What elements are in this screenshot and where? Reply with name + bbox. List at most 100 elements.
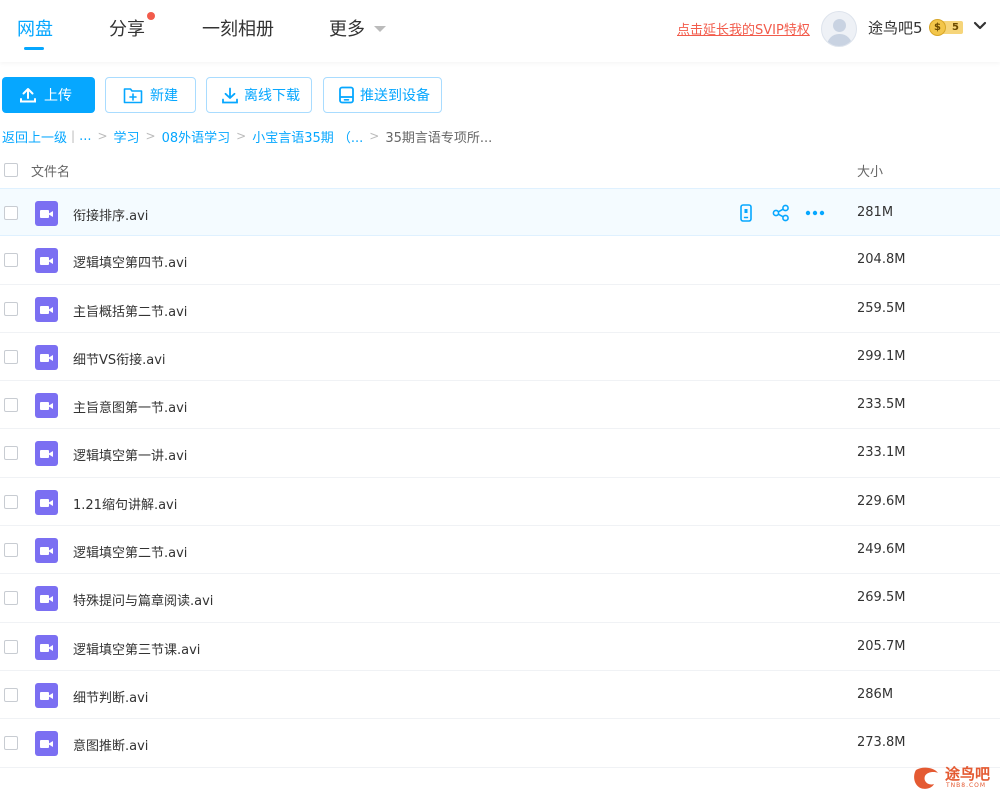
avatar-icon[interactable] [821, 11, 857, 47]
phone-icon[interactable] [736, 204, 756, 222]
tab-netdisk[interactable]: 网盘 [17, 15, 53, 41]
row-checkbox[interactable] [4, 206, 18, 220]
tab-more[interactable]: 更多 [329, 15, 365, 41]
more-caret-icon[interactable] [374, 26, 386, 32]
breadcrumb-item-foreign-language[interactable]: 08外语学习 [162, 127, 231, 146]
notification-dot [147, 12, 155, 20]
table-row[interactable]: 1.21缩句讲解.avi 229.6M [0, 478, 1000, 527]
vip-level-badge: 5 $ [927, 19, 963, 36]
device-icon [338, 86, 355, 104]
upload-button[interactable]: 上传 [2, 77, 95, 113]
watermark-subtext: TNB8.COM [946, 782, 987, 789]
username[interactable]: 途鸟吧5 [868, 17, 923, 38]
file-size: 249.6M [857, 542, 906, 558]
video-file-icon [35, 586, 58, 612]
video-file-icon [35, 393, 58, 419]
column-header-name[interactable]: 文件名 [31, 161, 70, 180]
file-name[interactable]: 衔接排序.avi [73, 205, 148, 224]
row-checkbox[interactable] [4, 349, 18, 364]
file-name[interactable]: 1.21缩句讲解.avi [73, 494, 177, 513]
file-name[interactable]: 意图推断.avi [73, 735, 148, 754]
new-label: 新建 [150, 88, 178, 104]
file-name[interactable]: 细节判断.avi [73, 687, 148, 706]
table-row[interactable]: 逻辑填空第二节.avi 249.6M [0, 526, 1000, 575]
breadcrumb-separator-icon: > [369, 129, 380, 143]
table-row[interactable]: 意图推断.avi 273.8M [0, 719, 1000, 768]
breadcrumb-item-course[interactable]: 小宝言语35期 （... [252, 127, 363, 146]
file-name[interactable]: 逻辑填空第四节.avi [73, 252, 187, 271]
chevron-down-icon[interactable] [973, 19, 987, 33]
watermark-logo: 途鸟吧 TNB8.COM [912, 762, 996, 794]
tab-share[interactable]: 分享 [109, 15, 145, 41]
watermark-bird-icon [914, 767, 938, 789]
breadcrumb-pipe: | [71, 129, 76, 143]
offline-download-button[interactable]: 离线下载 [206, 77, 312, 113]
more-icon[interactable] [805, 204, 825, 222]
push-to-device-button[interactable]: 推送到设备 [323, 77, 442, 113]
file-size: 205.7M [857, 638, 906, 654]
back-link[interactable]: 返回上一级 [2, 127, 67, 146]
file-name[interactable]: 细节VS衔接.avi [73, 349, 166, 368]
table-row[interactable]: 逻辑填空第一讲.avi 233.1M [0, 429, 1000, 478]
breadcrumb-separator-icon: > [236, 129, 247, 143]
video-file-icon [35, 731, 58, 757]
breadcrumb-ellipsis[interactable]: ... [79, 129, 91, 144]
table-row[interactable]: 特殊提问与篇章阅读.avi 269.5M [0, 574, 1000, 623]
file-name[interactable]: 逻辑填空第二节.avi [73, 542, 187, 561]
svip-extend-link[interactable]: 点击延长我的SVIP特权 [677, 19, 810, 38]
table-row[interactable]: 逻辑填空第四节.avi 204.8M [0, 236, 1000, 285]
upload-icon [19, 87, 37, 103]
file-size: 229.6M [857, 493, 906, 509]
table-header: 文件名 大小 [0, 155, 1000, 188]
file-name[interactable]: 逻辑填空第一讲.avi [73, 445, 187, 464]
vip-coin-icon: $ [929, 19, 946, 36]
video-file-icon [35, 682, 58, 708]
row-checkbox[interactable] [4, 543, 18, 558]
file-size: 233.5M [857, 397, 906, 413]
share-icon[interactable] [771, 204, 791, 222]
video-file-icon [35, 201, 58, 226]
table-row[interactable]: 细节判断.avi 286M [0, 671, 1000, 720]
video-file-icon [35, 344, 58, 370]
video-file-icon [35, 489, 58, 515]
table-row[interactable]: 主旨概括第二节.avi 259.5M [0, 285, 1000, 333]
video-file-icon [35, 248, 58, 274]
file-size: 299.1M [857, 348, 906, 364]
row-checkbox[interactable] [4, 639, 18, 654]
file-list: 衔接排序.avi 281M 逻辑填空第四节.avi 204.8M 主旨概括第二节… [0, 188, 1000, 768]
select-all-checkbox[interactable] [4, 163, 18, 177]
row-checkbox[interactable] [4, 687, 18, 702]
file-name[interactable]: 主旨概括第二节.avi [73, 301, 187, 320]
video-file-icon [35, 538, 58, 564]
table-row[interactable]: 逻辑填空第三节课.avi 205.7M [0, 623, 1000, 671]
table-row[interactable]: 主旨意图第一节.avi 233.5M [0, 381, 1000, 430]
active-tab-indicator [24, 47, 44, 50]
row-checkbox[interactable] [4, 301, 18, 316]
row-checkbox[interactable] [4, 591, 18, 606]
video-file-icon [35, 634, 58, 660]
row-checkbox[interactable] [4, 736, 18, 751]
row-checkbox[interactable] [4, 494, 18, 509]
video-file-icon [35, 296, 58, 322]
new-button[interactable]: 新建 [105, 77, 196, 113]
table-row[interactable]: 衔接排序.avi 281M [0, 188, 1000, 237]
table-row[interactable]: 细节VS衔接.avi 299.1M [0, 333, 1000, 382]
file-size: 233.1M [857, 445, 906, 461]
tab-photo-album[interactable]: 一刻相册 [202, 15, 274, 41]
breadcrumb-current: 35期言语专项所... [385, 130, 493, 146]
file-name[interactable]: 主旨意图第一节.avi [73, 397, 187, 416]
column-header-size[interactable]: 大小 [857, 161, 883, 180]
row-checkbox[interactable] [4, 398, 18, 413]
breadcrumb-item-study[interactable]: 学习 [114, 127, 140, 146]
file-name[interactable]: 特殊提问与篇章阅读.avi [73, 590, 213, 609]
row-checkbox[interactable] [4, 446, 18, 461]
upload-label: 上传 [44, 88, 72, 104]
file-size: 269.5M [857, 590, 906, 606]
watermark-text: 途鸟吧 [945, 765, 991, 783]
offline-download-label: 离线下载 [244, 88, 300, 104]
new-folder-icon [123, 87, 143, 104]
breadcrumb-separator-icon: > [145, 129, 156, 143]
file-name[interactable]: 逻辑填空第三节课.avi [73, 639, 200, 658]
row-checkbox[interactable] [4, 253, 18, 268]
file-size: 204.8M [857, 252, 906, 268]
